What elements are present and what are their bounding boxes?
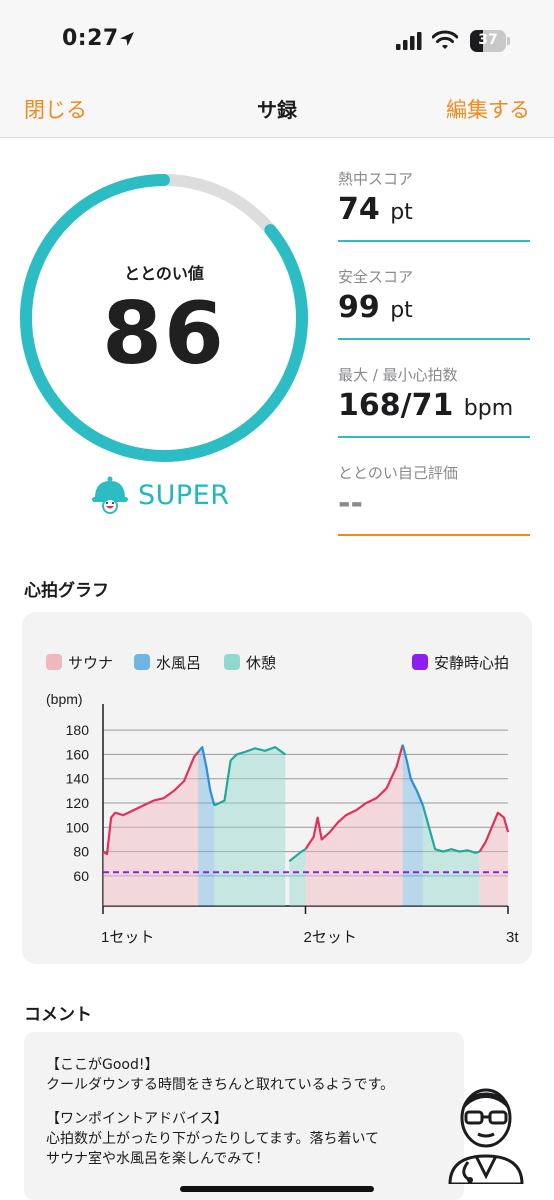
y-axis-label: (bpm): [46, 691, 83, 707]
stat-value: 74 pt: [338, 192, 413, 227]
heart-rate-graph-card: サウナ 水風呂 休憩 安静時心拍 (bpm) 180 160 140 120 100 80…: [22, 612, 532, 964]
series-area: [402, 744, 423, 906]
series-area: [479, 812, 508, 906]
series-area: [289, 849, 306, 906]
series-area: [103, 752, 199, 906]
x-tick-label: 3t: [506, 929, 519, 946]
comment-line: 【ワンポイントアドバイス】: [46, 1111, 228, 1127]
rank-label: SUPER: [138, 480, 230, 511]
divider: [338, 240, 530, 242]
graph-section-title: 心拍グラフ: [24, 581, 109, 601]
stat-value: 99 pt: [338, 290, 413, 325]
x-tick-label: 2セット: [304, 929, 357, 946]
y-tick-label: 120: [66, 795, 90, 811]
divider: [338, 436, 530, 438]
comment-box: 【ここがGood!】 クールダウンする時間をきちんと取れているようです。 【ワン…: [24, 1032, 464, 1200]
comment-section-title: コメント: [24, 1005, 92, 1025]
cellular-signal-icon: [396, 32, 422, 50]
stat-value: --: [338, 486, 363, 521]
stat-label: 熱中スコア: [338, 170, 414, 188]
y-tick-label: 140: [66, 771, 90, 787]
divider: [338, 534, 530, 536]
heart-rate-chart: (bpm) 180 160 140 120 100 80 60 1セット 2セット 3t: [46, 691, 519, 946]
stat-label: 安全スコア: [338, 268, 414, 286]
y-tick-label: 100: [66, 819, 90, 835]
wifi-icon: [432, 30, 458, 49]
y-tick-label: 160: [66, 746, 90, 762]
status-time: 0:27: [62, 26, 119, 51]
series-area: [214, 747, 286, 906]
battery-level: 37: [478, 32, 498, 48]
sauna-hat-icon: [92, 476, 128, 514]
battery-icon: 37: [470, 30, 510, 52]
comment-line: クールダウンする時間をきちんと取れているようです。: [46, 1077, 395, 1093]
series-area: [422, 805, 480, 906]
status-bar: 0:27 37: [0, 0, 554, 82]
doctor-avatar-icon: [448, 1088, 524, 1184]
comment-line: 心拍数が上がったり下がったりしてます。落ち着いて: [46, 1131, 380, 1147]
divider: [338, 338, 530, 340]
y-tick-label: 80: [73, 844, 89, 860]
comment-line: サウナ室や水風呂を楽しんでみて！: [46, 1151, 270, 1167]
x-tick-label: 1セット: [101, 929, 154, 946]
nav-bar: 閉じる サ録 編集する: [0, 82, 554, 138]
y-tick-label: 180: [66, 722, 90, 738]
stat-label: 最大 / 最小心拍数: [338, 366, 458, 384]
score-label: ととのい値: [124, 264, 204, 283]
y-tick-label: 60: [73, 868, 89, 884]
location-arrow-icon: [120, 32, 134, 46]
score-value: 86: [102, 284, 226, 384]
edit-button[interactable]: 編集する: [446, 94, 530, 124]
comment-line: 【ここがGood!】: [46, 1057, 159, 1073]
stat-label: ととのい自己評価: [338, 464, 458, 482]
home-indicator: [180, 1186, 374, 1192]
stat-value: 168/71 bpm: [338, 388, 514, 423]
